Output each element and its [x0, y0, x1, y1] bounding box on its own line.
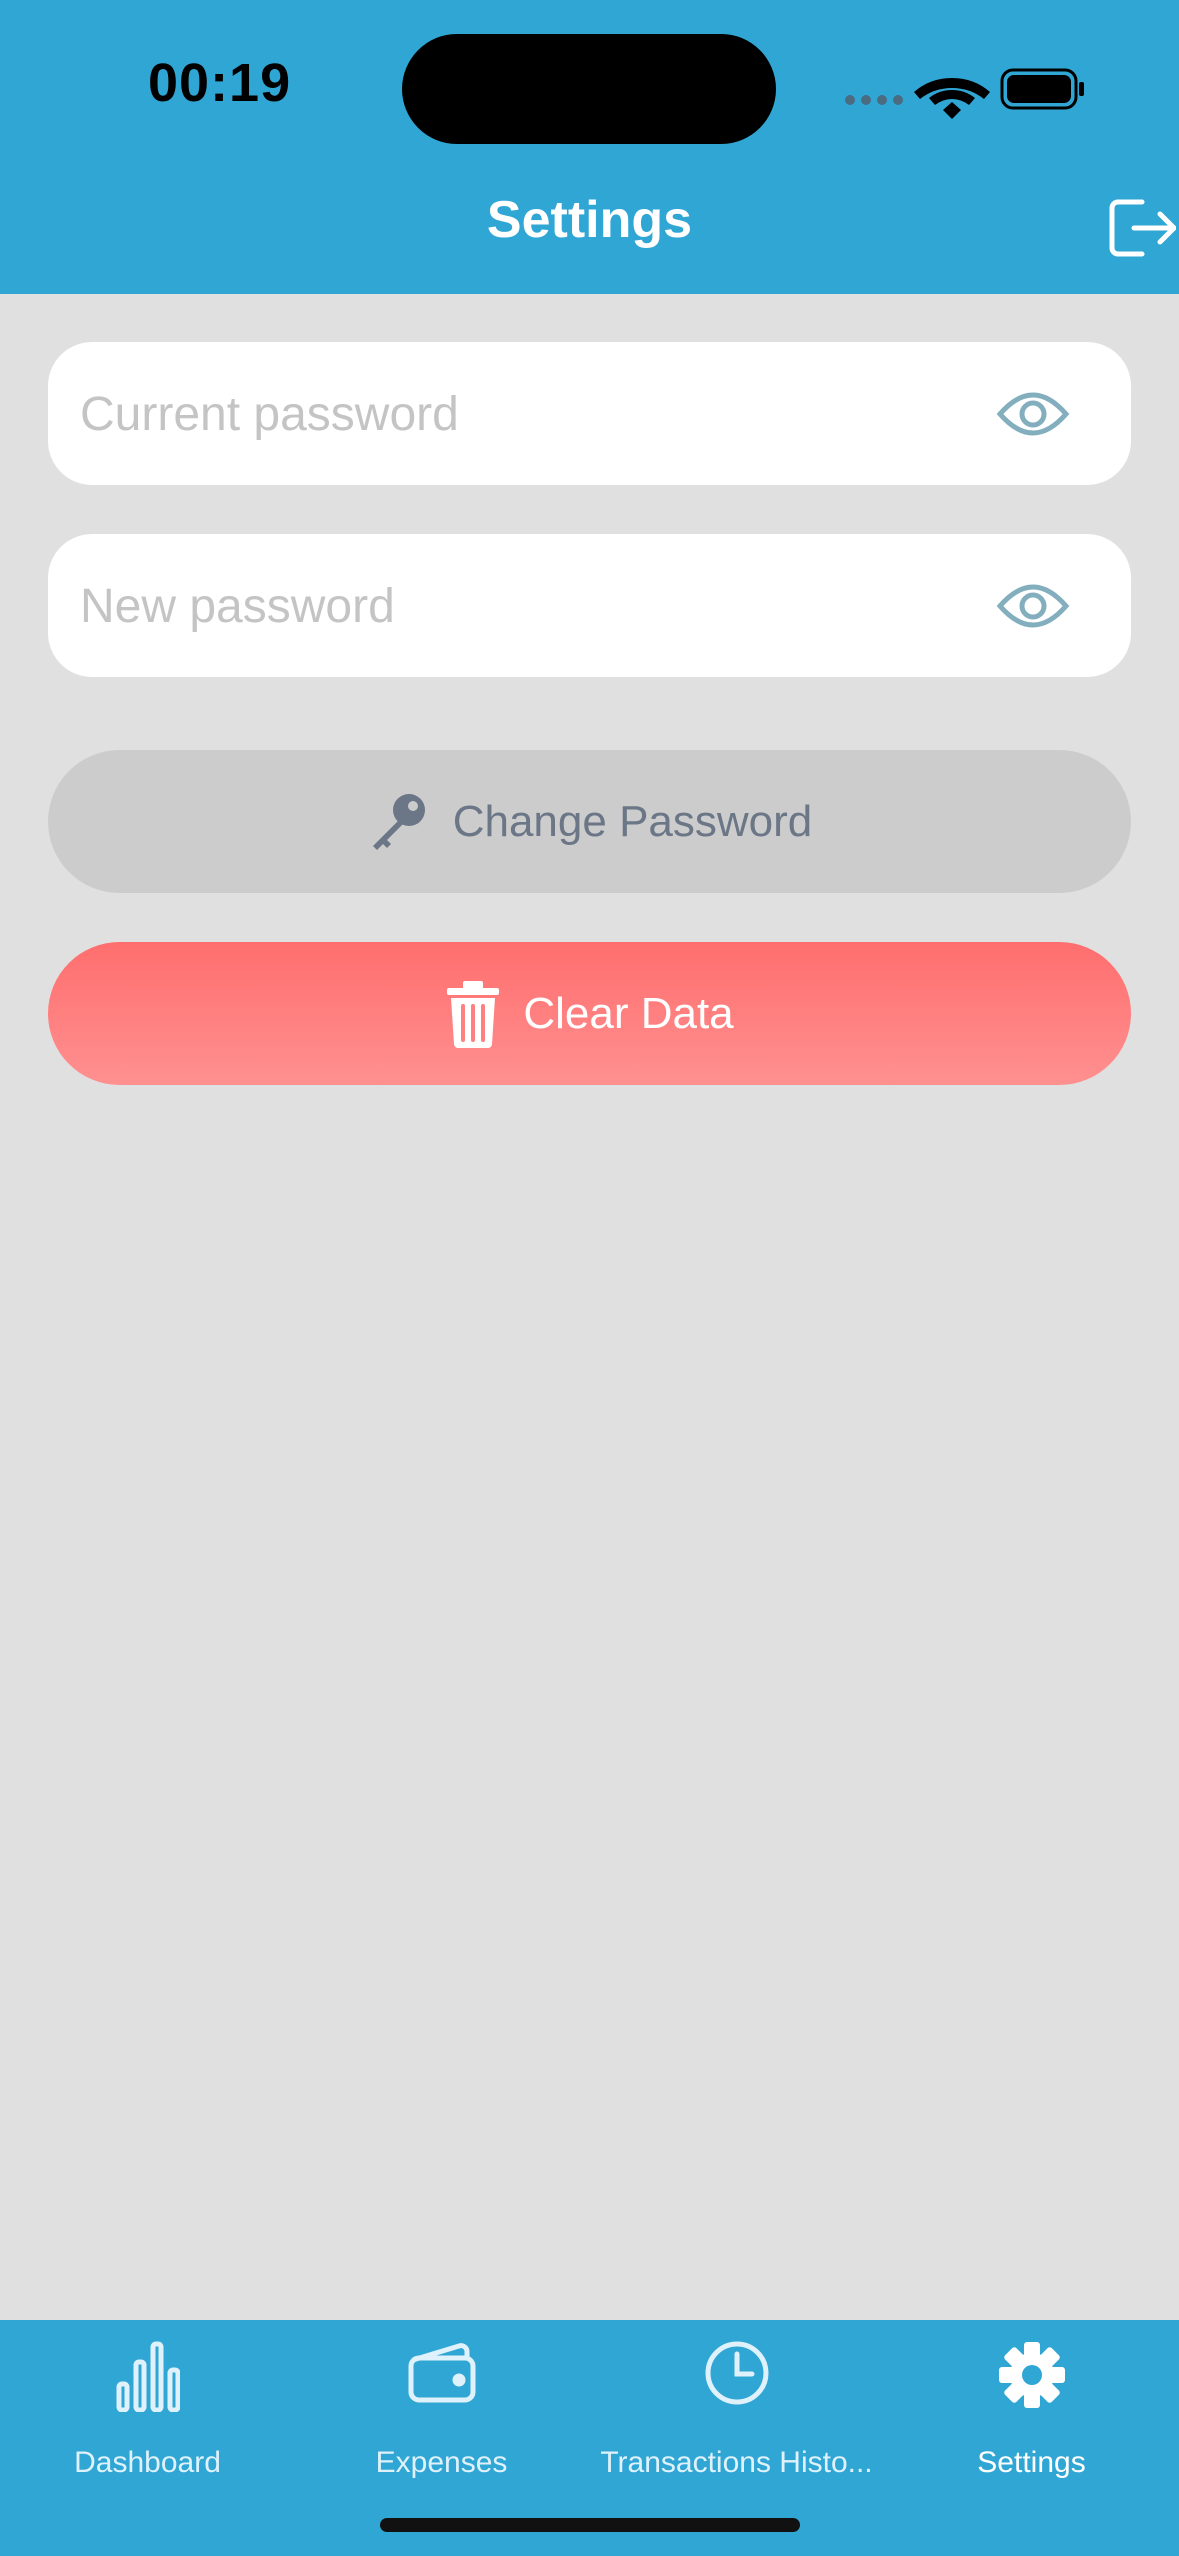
- status-icons: [845, 68, 1084, 119]
- change-password-label: Change Password: [452, 796, 813, 846]
- eye-icon[interactable]: [996, 574, 1070, 638]
- page-title: Settings: [486, 191, 693, 249]
- signal-icon: [845, 95, 903, 105]
- dynamic-island: [402, 34, 776, 144]
- clear-data-button[interactable]: Clear Data: [48, 942, 1131, 1085]
- wifi-icon: [914, 78, 990, 119]
- home-indicator: [380, 2518, 800, 2532]
- tab-transactions-history[interactable]: Transactions Histo...: [589, 2320, 884, 2480]
- tab-label: Dashboard: [74, 2446, 221, 2479]
- current-password-input[interactable]: [78, 342, 982, 487]
- clear-data-label: Clear Data: [523, 988, 734, 1038]
- header-bar: 00:19 Settings: [0, 0, 1179, 294]
- status-time: 00:19: [148, 53, 292, 113]
- tab-label: Settings: [977, 2446, 1086, 2479]
- tab-label: Transactions Histo...: [600, 2446, 873, 2479]
- battery-icon: [1000, 68, 1084, 110]
- trash-icon: [447, 980, 500, 1048]
- bar-chart-icon: [116, 2341, 180, 2412]
- gear-icon: [998, 2342, 1065, 2408]
- key-icon: [372, 793, 425, 850]
- new-password-input[interactable]: [78, 534, 982, 679]
- tab-dashboard[interactable]: Dashboard: [0, 2320, 295, 2480]
- clock-icon: [705, 2341, 768, 2405]
- change-password-button[interactable]: Change Password: [48, 750, 1131, 893]
- logout-icon[interactable]: [1108, 196, 1176, 260]
- eye-icon[interactable]: [996, 382, 1070, 446]
- tab-label: Expenses: [375, 2446, 508, 2479]
- current-password-field[interactable]: [48, 342, 1131, 487]
- tab-expenses[interactable]: Expenses: [294, 2320, 589, 2480]
- new-password-field[interactable]: [48, 534, 1131, 679]
- tab-settings[interactable]: Settings: [884, 2320, 1179, 2480]
- wallet-icon: [408, 2343, 475, 2403]
